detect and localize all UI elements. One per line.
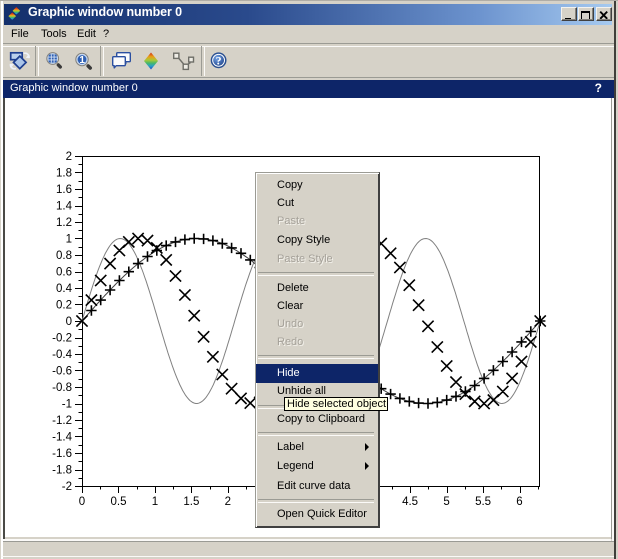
svg-text:1.4: 1.4 <box>56 201 73 213</box>
svg-text:-2: -2 <box>62 481 72 493</box>
svg-text:0.2: 0.2 <box>56 300 72 312</box>
svg-text:-1.6: -1.6 <box>52 448 72 460</box>
svg-text:0.4: 0.4 <box>56 283 73 295</box>
svg-text:1.6: 1.6 <box>56 184 72 196</box>
svg-text:-0.2: -0.2 <box>52 333 72 345</box>
svg-text:0.8: 0.8 <box>56 250 72 262</box>
svg-text:-0.8: -0.8 <box>52 382 72 394</box>
svg-text:-1.8: -1.8 <box>52 465 72 477</box>
svg-text:6: 6 <box>516 496 522 508</box>
svg-text:1.2: 1.2 <box>56 217 72 229</box>
svg-text:0: 0 <box>79 496 85 508</box>
svg-text:5.5: 5.5 <box>475 496 491 508</box>
svg-text:1.8: 1.8 <box>56 168 72 180</box>
svg-text:4.5: 4.5 <box>402 496 418 508</box>
svg-text:-1: -1 <box>62 399 72 411</box>
svg-text:1: 1 <box>152 496 158 508</box>
svg-text:5: 5 <box>443 496 449 508</box>
svg-text:2: 2 <box>66 151 72 163</box>
svg-text:2: 2 <box>225 496 231 508</box>
svg-text:1.5: 1.5 <box>183 496 199 508</box>
svg-text:-0.4: -0.4 <box>52 349 72 361</box>
svg-text:-0.6: -0.6 <box>52 366 72 378</box>
svg-text:0.5: 0.5 <box>111 496 127 508</box>
svg-text:0.6: 0.6 <box>56 267 72 279</box>
svg-text:-1.2: -1.2 <box>52 415 72 427</box>
svg-text:0: 0 <box>66 316 72 328</box>
svg-text:1: 1 <box>66 234 72 246</box>
svg-text:-1.4: -1.4 <box>52 432 72 444</box>
